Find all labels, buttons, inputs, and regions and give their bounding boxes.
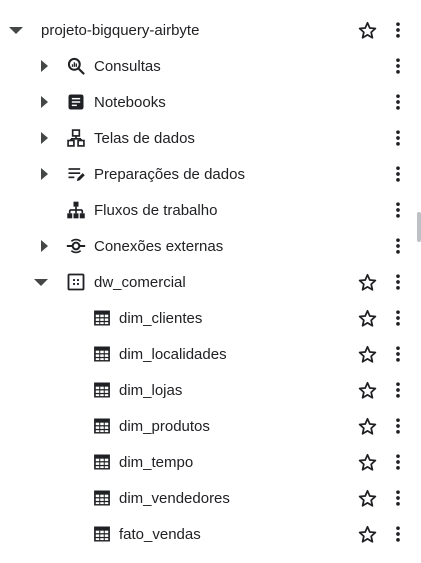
- section-label[interactable]: Consultas: [94, 58, 161, 75]
- expand-chevron-icon[interactable]: [36, 238, 52, 254]
- scrollbar-thumb[interactable]: [417, 212, 421, 242]
- section-label[interactable]: Fluxos de trabalho: [94, 202, 217, 219]
- query-icon: [66, 56, 86, 76]
- more-options-icon[interactable]: [388, 234, 408, 258]
- external-connection-icon: [66, 236, 86, 256]
- collapse-chevron-icon[interactable]: [33, 274, 49, 290]
- more-options-icon[interactable]: [388, 522, 408, 546]
- star-icon[interactable]: [356, 487, 378, 509]
- more-options-icon[interactable]: [388, 306, 408, 330]
- table-row-dim-clientes[interactable]: dim_clientes: [0, 300, 410, 336]
- table-name[interactable]: dim_produtos: [119, 418, 210, 435]
- more-options-icon[interactable]: [388, 90, 408, 114]
- more-options-icon[interactable]: [388, 450, 408, 474]
- table-name[interactable]: dim_localidades: [119, 346, 227, 363]
- table-row-dim-produtos[interactable]: dim_produtos: [0, 408, 410, 444]
- table-name[interactable]: fato_vendas: [119, 526, 201, 543]
- expand-chevron-icon[interactable]: [36, 166, 52, 182]
- expand-chevron-icon[interactable]: [36, 94, 52, 110]
- section-row-workflows[interactable]: Fluxos de trabalho: [0, 192, 410, 228]
- section-row-data-canvases[interactable]: Telas de dados: [0, 120, 410, 156]
- more-options-icon[interactable]: [388, 18, 408, 42]
- collapse-chevron-icon[interactable]: [8, 22, 24, 38]
- data-canvas-icon: [66, 128, 86, 148]
- more-options-icon[interactable]: [388, 126, 408, 150]
- dataset-name[interactable]: dw_comercial: [94, 274, 186, 291]
- more-options-icon[interactable]: [388, 378, 408, 402]
- table-icon: [92, 308, 112, 328]
- table-row-dim-vendedores[interactable]: dim_vendedores: [0, 480, 410, 516]
- more-options-icon[interactable]: [388, 162, 408, 186]
- section-label[interactable]: Conexões externas: [94, 238, 223, 255]
- section-row-data-preparations[interactable]: Preparações de dados: [0, 156, 410, 192]
- table-icon: [92, 344, 112, 364]
- expand-chevron-icon[interactable]: [36, 58, 52, 74]
- notebook-icon: [66, 92, 86, 112]
- section-label[interactable]: Notebooks: [94, 94, 166, 111]
- star-icon[interactable]: [356, 523, 378, 545]
- star-icon[interactable]: [356, 415, 378, 437]
- star-icon[interactable]: [356, 307, 378, 329]
- star-icon[interactable]: [356, 271, 378, 293]
- more-options-icon[interactable]: [388, 198, 408, 222]
- more-options-icon[interactable]: [388, 486, 408, 510]
- expand-chevron-icon[interactable]: [36, 130, 52, 146]
- table-icon: [92, 452, 112, 472]
- table-row-dim-tempo[interactable]: dim_tempo: [0, 444, 410, 480]
- data-preparation-icon: [66, 164, 86, 184]
- star-icon[interactable]: [356, 451, 378, 473]
- section-row-notebooks[interactable]: Notebooks: [0, 84, 410, 120]
- project-row[interactable]: projeto-bigquery-airbyte: [0, 12, 410, 48]
- table-row-dim-localidades[interactable]: dim_localidades: [0, 336, 410, 372]
- dataset-icon: [66, 272, 86, 292]
- table-name[interactable]: dim_clientes: [119, 310, 202, 327]
- explorer-tree: projeto-bigquery-airbyte Consultas Noteb…: [0, 12, 410, 552]
- table-icon: [92, 380, 112, 400]
- section-row-external-connections[interactable]: Conexões externas: [0, 228, 410, 264]
- table-icon: [92, 488, 112, 508]
- star-icon[interactable]: [356, 19, 378, 41]
- star-icon[interactable]: [356, 379, 378, 401]
- table-name[interactable]: dim_lojas: [119, 382, 182, 399]
- table-icon: [92, 416, 112, 436]
- more-options-icon[interactable]: [388, 414, 408, 438]
- dataset-row[interactable]: dw_comercial: [0, 264, 410, 300]
- table-icon: [92, 524, 112, 544]
- more-options-icon[interactable]: [388, 342, 408, 366]
- table-row-dim-lojas[interactable]: dim_lojas: [0, 372, 410, 408]
- more-options-icon[interactable]: [388, 54, 408, 78]
- star-icon[interactable]: [356, 343, 378, 365]
- project-name[interactable]: projeto-bigquery-airbyte: [41, 22, 199, 39]
- table-name[interactable]: dim_tempo: [119, 454, 193, 471]
- section-row-queries[interactable]: Consultas: [0, 48, 410, 84]
- workflow-icon: [66, 200, 86, 220]
- section-label[interactable]: Preparações de dados: [94, 166, 245, 183]
- table-name[interactable]: dim_vendedores: [119, 490, 230, 507]
- section-label[interactable]: Telas de dados: [94, 130, 195, 147]
- table-row-fato-vendas[interactable]: fato_vendas: [0, 516, 410, 552]
- more-options-icon[interactable]: [388, 270, 408, 294]
